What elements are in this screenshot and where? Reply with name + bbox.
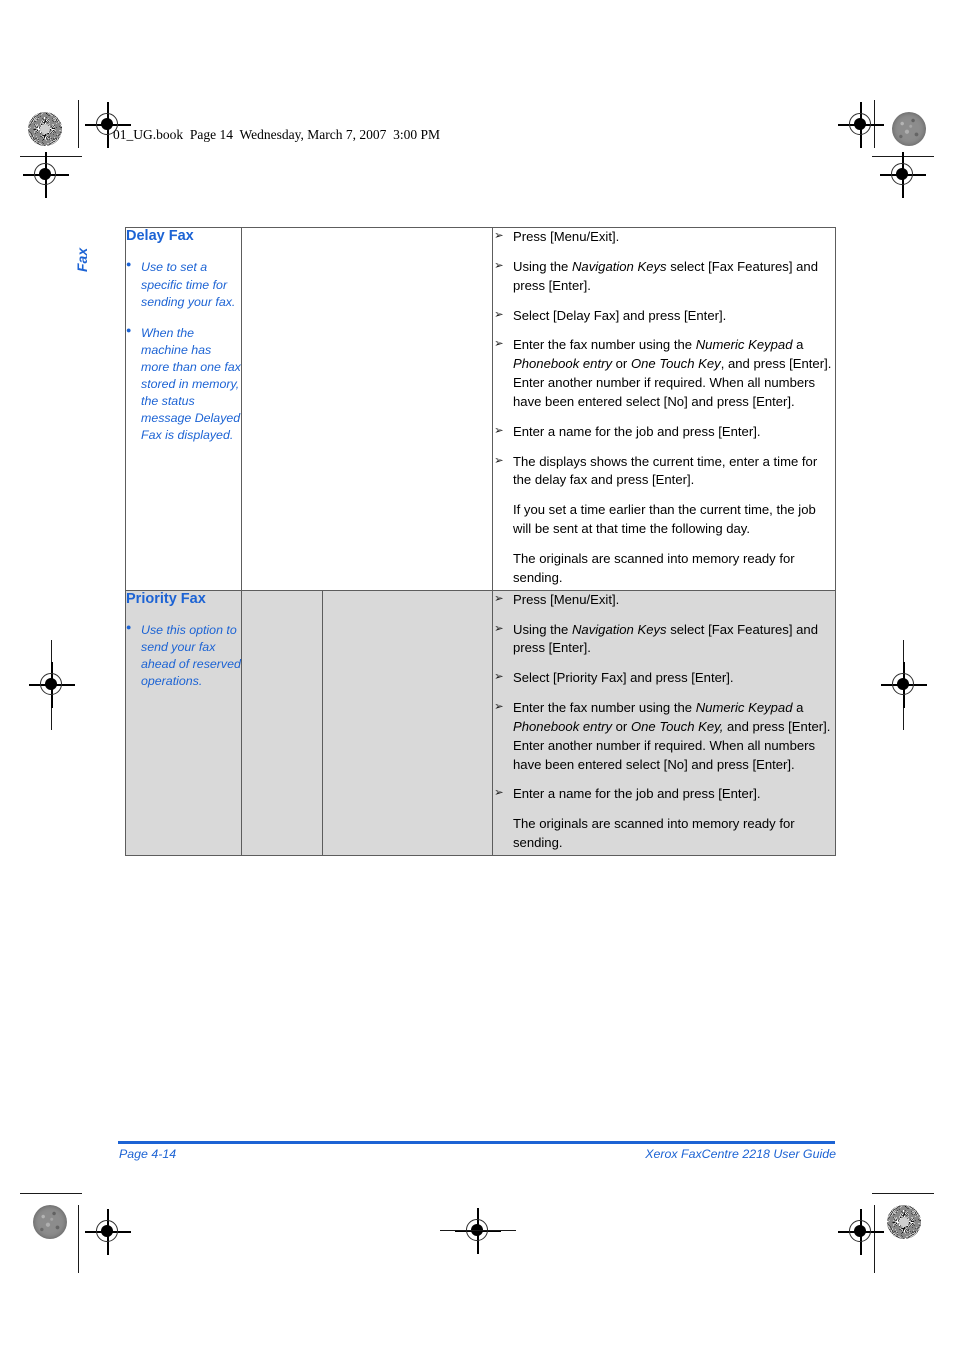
registration-cross-mid-right [881,662,927,708]
procedure-step: Press [Menu/Exit]. [493,591,835,610]
file-header-stamp: 01_UG.book Page 14 Wednesday, March 7, 2… [113,127,441,142]
step-text: Select [Delay Fax] and press [Enter]. [513,307,727,323]
emphasis-term: Navigation Keys [571,621,667,637]
procedure-step: Enter a name for the job and press [Ente… [493,785,835,804]
procedure-step: Using the Navigation Keys select [Fax Fe… [493,258,835,296]
solid-target-bottom-left [33,1205,67,1239]
spacer-cell [241,227,493,591]
procedure-steps-list: Press [Menu/Exit]. Using the Navigation K… [493,591,835,853]
spacer-cell [241,589,323,856]
procedure-note-paragraph: If you set a time earlier than the curre… [493,501,835,539]
step-text: The originals are scanned into memory re… [513,816,795,851]
procedure-steps-cell: Press [Menu/Exit]. Using the Navigation K… [492,227,836,591]
feature-title: Priority Fax [126,590,206,607]
procedure-step: Enter a name for the job and press [Ente… [493,423,835,442]
registration-cross-bottom-right [838,1209,884,1255]
procedure-step: Enter the fax number using the Numeric K… [493,336,835,411]
procedure-note-paragraph: The originals are scanned into memory re… [493,815,835,853]
procedure-step: Using the Navigation Keys select [Fax Fe… [493,621,835,659]
footer-page-number: Page 4-14 [119,1147,177,1161]
procedure-step: Select [Delay Fax] and press [Enter]. [493,307,835,326]
footer-guide-title: Xerox FaxCentre 2218 User Guide [645,1147,836,1161]
step-text: a [792,700,804,716]
step-text: Press [Menu/Exit]. [513,229,620,244]
crop-line-top-left-vertical [78,100,79,148]
chapter-tab-label: Fax [74,247,90,272]
feature-note: Use this option to send your fax ahead o… [126,621,241,690]
step-text: or [612,718,631,734]
emphasis-term: Phonebook entry [513,718,613,734]
solid-target-top-right [892,112,926,146]
step-text: Enter a name for the job and press [Ente… [513,423,761,439]
feature-note: When the machine has more than one fax s… [126,324,241,445]
procedure-step: Press [Menu/Exit]. [493,228,835,247]
chapter-tab-fax: Fax [70,228,92,288]
table-row: Priority Fax Use this option to send your… [125,589,836,856]
registration-cross-upper-left [23,152,69,198]
crop-line-bottom-center-horizontal [440,1230,516,1231]
procedure-note-paragraph: The originals are scanned into memory re… [493,550,835,588]
step-text: a [792,337,804,353]
procedure-step: Select [Priority Fax] and press [Enter]. [493,669,835,688]
crop-line-bottom-left-vertical [78,1205,79,1273]
procedure-steps-list: Press [Menu/Exit]. Using the Navigation K… [493,228,835,588]
spacer-cell [322,589,493,856]
emphasis-term: Navigation Keys [571,258,667,274]
registration-cross-upper-right [880,152,926,198]
feature-title: Delay Fax [126,228,194,244]
table-row: Delay Fax Use to set a specific time for … [125,227,836,591]
emphasis-term: One Touch Key, [630,718,724,734]
procedures-table: Delay Fax Use to set a specific time for … [125,227,836,856]
step-text: Enter the fax number using the [513,700,696,716]
step-text: If you set a time earlier than the curre… [513,502,816,537]
step-text: Select [Priority Fax] and press [Enter]. [513,670,734,686]
step-text: The displays shows the current time, ent… [513,453,818,488]
registration-cross-bottom-center [455,1208,501,1254]
feature-note: Use to set a specific time for sending y… [126,258,241,310]
step-text: or [612,356,631,372]
procedure-step: Enter the fax number using the Numeric K… [493,699,835,774]
step-text: Using the [513,258,572,274]
step-text: Press [Menu/Exit]. [513,591,620,607]
feature-notes-list: Use to set a specific time for sending y… [126,258,241,445]
footer-divider [118,1141,835,1144]
crop-line-lower-right-horizontal [872,1193,934,1194]
procedure-steps-cell: Press [Menu/Exit]. Using the Navigation K… [492,589,836,856]
feature-description-cell: Priority Fax Use this option to send your… [125,589,242,856]
registration-cross-mid-left [29,662,75,708]
moire-target-bottom-right [887,1205,921,1239]
step-text: Using the [513,621,572,637]
feature-notes-list: Use this option to send your fax ahead o… [126,621,241,690]
feature-description-cell: Delay Fax Use to set a specific time for … [125,227,242,591]
moire-target-top-left [28,112,62,146]
emphasis-term: One Touch Key [630,356,721,372]
crop-line-lower-left-horizontal [20,1193,82,1194]
step-text: Enter the fax number using the [513,337,696,353]
emphasis-term: Numeric Keypad [695,337,793,353]
registration-cross-bottom-left [85,1209,131,1255]
step-text: The originals are scanned into memory re… [513,550,795,585]
procedure-step: The displays shows the current time, ent… [493,453,835,491]
emphasis-term: Phonebook entry [513,356,613,372]
registration-cross-top-right [838,102,884,148]
emphasis-term: Numeric Keypad [695,700,793,716]
step-text: Enter a name for the job and press [Ente… [513,786,761,802]
